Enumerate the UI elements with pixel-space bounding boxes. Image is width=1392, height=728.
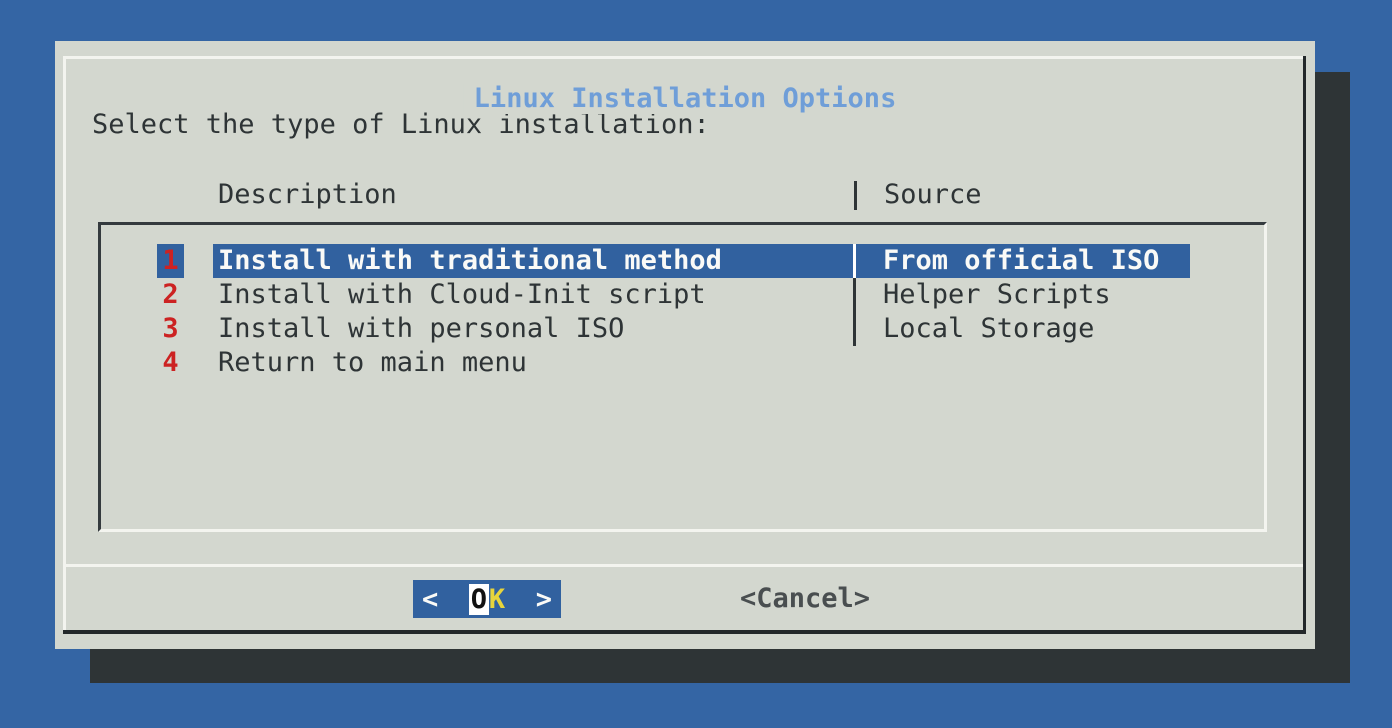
ok-hotkey-char: K xyxy=(489,584,505,615)
ok-left-bracket: < xyxy=(422,584,438,615)
menu-item-source: Helper Scripts xyxy=(883,278,1111,312)
menu-item-description: Return to main menu xyxy=(218,346,527,380)
column-separator xyxy=(853,244,856,278)
dialog-border-right xyxy=(1303,56,1306,634)
dialog-window: Linux Installation Options Select the ty… xyxy=(55,41,1315,649)
dialog-border-bottom xyxy=(63,630,1306,634)
dialog-border-left xyxy=(63,56,66,634)
menu-item-description: Install with Cloud-Init script xyxy=(218,278,706,312)
menu-item-tag: 2 xyxy=(157,278,184,312)
menu-item-source: From official ISO xyxy=(883,244,1159,278)
menu-item-tag: 1 xyxy=(157,244,184,278)
column-header-row: Description Source xyxy=(55,178,1315,212)
column-separator xyxy=(854,181,857,210)
column-separator xyxy=(853,278,856,312)
menu-item-tag: 3 xyxy=(157,312,184,346)
menu-item-4[interactable]: 4 Return to main menu xyxy=(101,346,1264,380)
cancel-button[interactable]: <Cancel> xyxy=(740,580,870,618)
button-separator-line xyxy=(63,564,1303,567)
column-separator xyxy=(853,312,856,346)
menu-item-2[interactable]: 2 Install with Cloud-Init script Helper … xyxy=(101,278,1264,312)
menu-item-description: Install with personal ISO xyxy=(218,312,624,346)
menu-item-tag: 4 xyxy=(157,346,184,380)
dialog-title: Linux Installation Options xyxy=(464,84,907,114)
menu-listbox: 1 Install with traditional method From o… xyxy=(98,222,1267,532)
menu-item-1[interactable]: 1 Install with traditional method From o… xyxy=(101,244,1264,278)
ok-button[interactable]: < OK > xyxy=(413,580,561,618)
source-column-header: Source xyxy=(884,178,982,212)
menu-item-3[interactable]: 3 Install with personal ISO Local Storag… xyxy=(101,312,1264,346)
ok-cursor-char: O xyxy=(469,584,489,615)
ok-right-bracket: > xyxy=(536,584,552,615)
description-column-header: Description xyxy=(218,178,397,212)
ok-label: OK xyxy=(469,584,505,615)
menu-item-source: Local Storage xyxy=(883,312,1094,346)
menu-item-description: Install with traditional method xyxy=(218,244,722,278)
terminal-screen: Linux Installation Options Select the ty… xyxy=(0,0,1392,728)
dialog-border-top xyxy=(63,56,1306,59)
